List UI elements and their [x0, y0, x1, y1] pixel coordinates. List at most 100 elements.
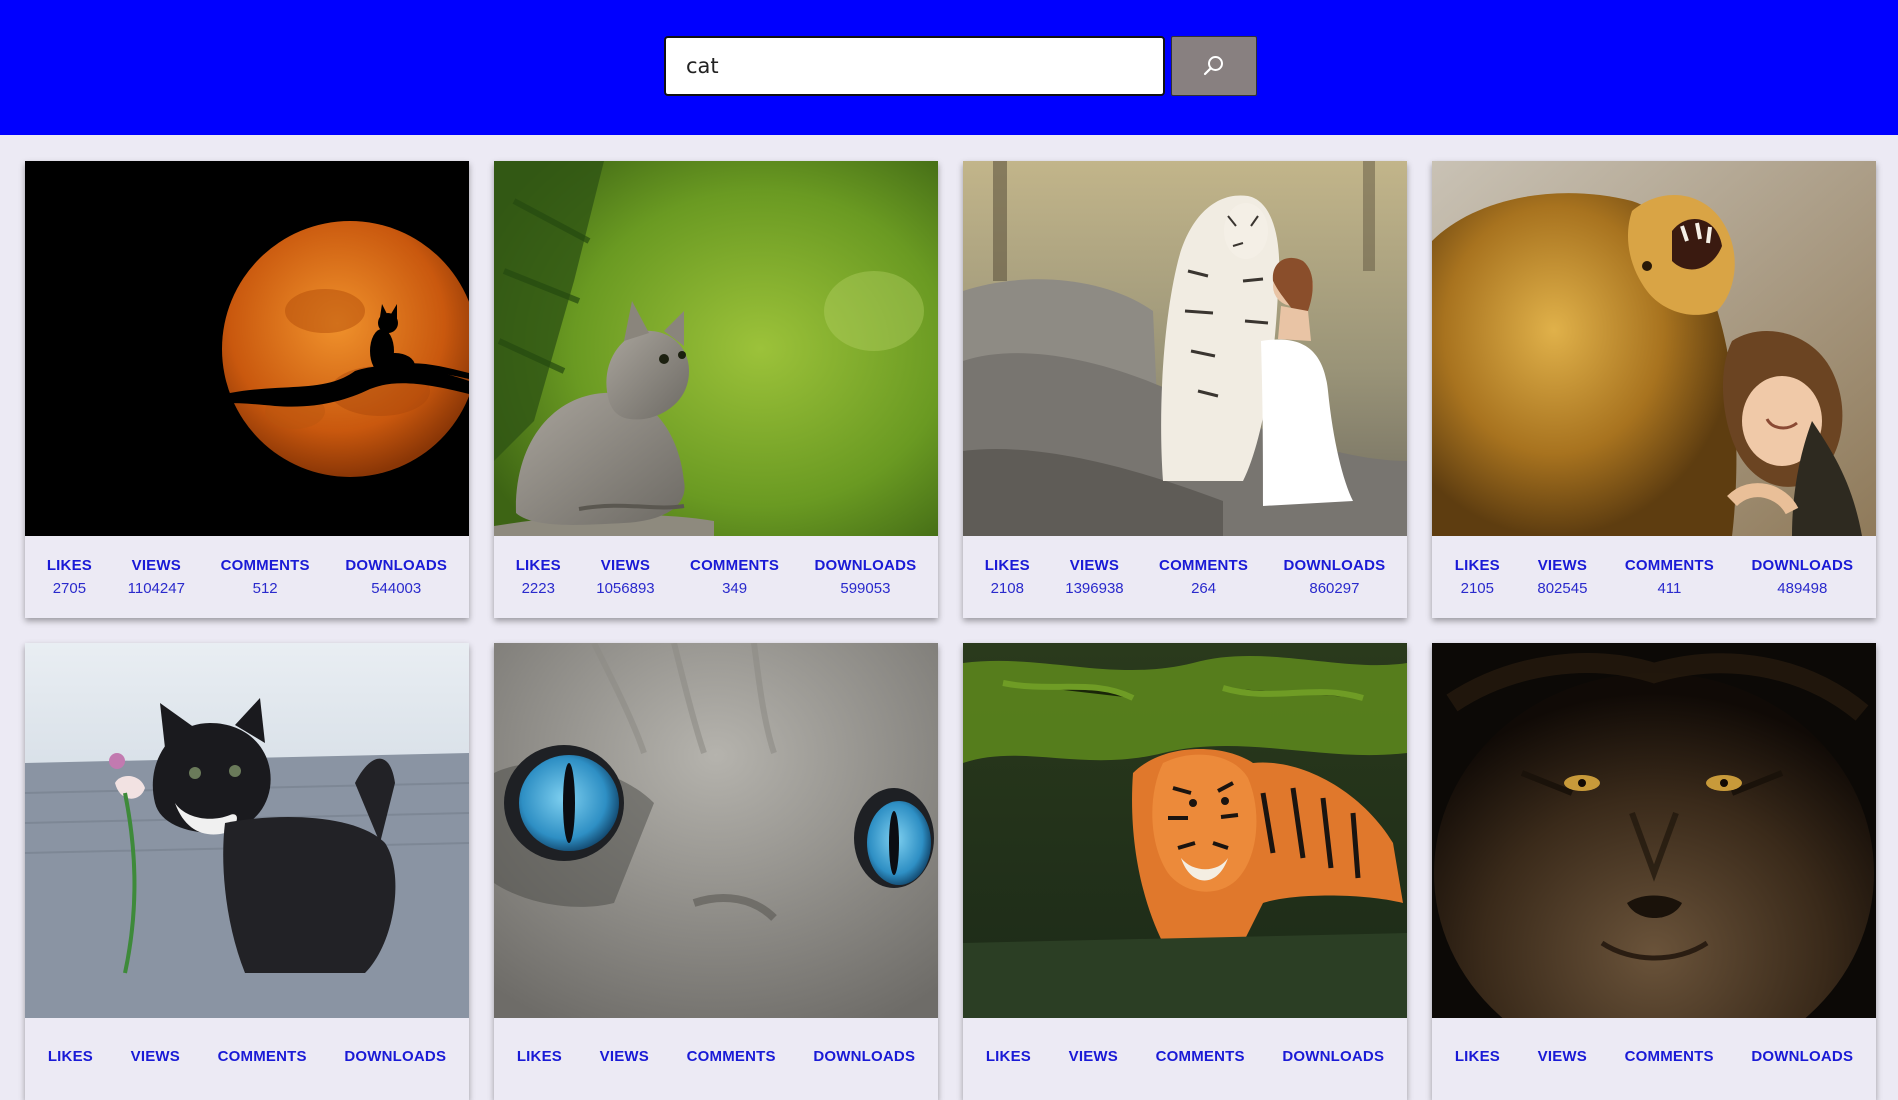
card-image[interactable]: [1432, 161, 1876, 536]
stat-downloads: DOWNLOADS: [1282, 1048, 1384, 1071]
stat-downloads: DOWNLOADS 489498: [1751, 557, 1853, 597]
stat-label: VIEWS: [1068, 1047, 1118, 1065]
stat-label: COMMENTS: [690, 557, 780, 574]
stat-downloads: DOWNLOADS 544003: [345, 557, 447, 597]
stat-label: DOWNLOADS: [345, 557, 448, 574]
card-stats: LIKES 2705 VIEWS 1104247 COMMENTS 512 DO…: [25, 536, 469, 618]
stat-label: DOWNLOADS: [1282, 1047, 1385, 1065]
stat-downloads: DOWNLOADS: [813, 1048, 915, 1071]
stat-value: 599053: [840, 580, 891, 597]
stat-comments: COMMENTS: [1156, 1048, 1245, 1071]
kitten-forest-photo: [494, 161, 938, 536]
image-grid: LIKES 2705 VIEWS 1104247 COMMENTS 512 DO…: [25, 161, 1876, 1100]
stat-likes: LIKES 2705: [47, 557, 92, 597]
stat-label: LIKES: [985, 1047, 1031, 1065]
card-image[interactable]: [494, 161, 938, 536]
card-image[interactable]: [494, 643, 938, 1018]
stat-label: VIEWS: [1537, 1047, 1587, 1065]
stat-label: VIEWS: [1069, 557, 1120, 574]
card-image[interactable]: [963, 643, 1407, 1018]
search-input[interactable]: [664, 36, 1165, 96]
stat-likes: LIKES 2105: [1455, 557, 1500, 597]
card-image[interactable]: [25, 643, 469, 1018]
stat-value: 2108: [990, 580, 1024, 597]
stat-label: VIEWS: [1537, 557, 1588, 574]
stat-value: 1396938: [1065, 580, 1124, 597]
stat-label: VIEWS: [130, 1047, 180, 1065]
stat-views: VIEWS: [1538, 1048, 1587, 1071]
stat-label: DOWNLOADS: [1751, 1047, 1854, 1065]
stat-value: 2105: [1460, 580, 1494, 597]
search-form: [664, 36, 1257, 96]
stat-value: 264: [1191, 580, 1217, 597]
stat-likes: LIKES 2108: [985, 557, 1030, 597]
stat-views: VIEWS 1104247: [128, 557, 185, 597]
stat-label: LIKES: [984, 557, 1030, 574]
image-card[interactable]: LIKES 2705 VIEWS 1104247 COMMENTS 512 DO…: [25, 161, 469, 618]
stat-label: LIKES: [516, 1047, 562, 1065]
stat-views: VIEWS 802545: [1537, 557, 1587, 597]
stat-value: 2223: [521, 580, 555, 597]
image-card[interactable]: LIKES VIEWS COMMENTS DOWNLOADS: [25, 643, 469, 1100]
stat-downloads: DOWNLOADS 860297: [1284, 557, 1386, 597]
stat-likes: LIKES 2223: [516, 557, 561, 597]
card-image[interactable]: [1432, 643, 1876, 1018]
card-stats: LIKES 2105 VIEWS 802545 COMMENTS 411 DOW…: [1432, 536, 1876, 618]
stat-label: DOWNLOADS: [1283, 557, 1386, 574]
stat-likes: LIKES: [1455, 1048, 1500, 1071]
search-button[interactable]: [1171, 36, 1257, 96]
card-stats: LIKES VIEWS COMMENTS DOWNLOADS: [1432, 1018, 1876, 1100]
image-card[interactable]: LIKES VIEWS COMMENTS DOWNLOADS: [963, 643, 1407, 1100]
image-card[interactable]: LIKES VIEWS COMMENTS DOWNLOADS: [1432, 643, 1876, 1100]
image-card[interactable]: LIKES 2108 VIEWS 1396938 COMMENTS 264 DO…: [963, 161, 1407, 618]
stat-label: COMMENTS: [1624, 1047, 1714, 1065]
stat-likes: LIKES: [986, 1048, 1031, 1071]
stat-label: COMMENTS: [686, 1047, 776, 1065]
stat-views: VIEWS: [1069, 1048, 1118, 1071]
stat-views: VIEWS: [600, 1048, 649, 1071]
stat-value: 2705: [52, 580, 87, 597]
stat-comments: COMMENTS: [218, 1048, 307, 1071]
card-image[interactable]: [25, 161, 469, 536]
stat-value: 802545: [1537, 580, 1588, 597]
card-stats: LIKES VIEWS COMMENTS DOWNLOADS: [963, 1018, 1407, 1100]
stat-value: 1104247: [127, 580, 185, 597]
lion-face-photo: [1432, 643, 1876, 1018]
lion-girl-photo: [1432, 161, 1876, 536]
card-stats: LIKES 2223 VIEWS 1056893 COMMENTS 349 DO…: [494, 536, 938, 618]
stat-label: COMMENTS: [217, 1047, 307, 1065]
image-card[interactable]: LIKES 2105 VIEWS 802545 COMMENTS 411 DOW…: [1432, 161, 1876, 618]
stat-value: 512: [252, 580, 278, 597]
stat-value: 1056893: [596, 580, 655, 597]
stat-downloads: DOWNLOADS 599053: [815, 557, 917, 597]
stat-label: VIEWS: [600, 557, 651, 574]
white-tiger-woman-photo: [963, 161, 1407, 536]
stat-label: DOWNLOADS: [813, 1047, 916, 1065]
image-card[interactable]: LIKES VIEWS COMMENTS DOWNLOADS: [494, 643, 938, 1100]
stat-value: 411: [1657, 580, 1682, 597]
stat-value: 489498: [1777, 580, 1828, 597]
stat-label: LIKES: [1454, 557, 1500, 574]
stat-views: VIEWS 1396938: [1065, 557, 1123, 597]
tiger-water-photo: [963, 643, 1407, 1018]
stat-label: VIEWS: [131, 557, 181, 574]
stat-label: COMMENTS: [220, 557, 310, 574]
stat-label: DOWNLOADS: [344, 1047, 447, 1065]
stat-label: LIKES: [515, 557, 561, 574]
stat-label: DOWNLOADS: [814, 557, 917, 574]
cat-moon-photo: [25, 161, 469, 536]
search-icon: [1203, 56, 1223, 76]
stat-value: 860297: [1309, 580, 1360, 597]
stat-downloads: DOWNLOADS: [344, 1048, 446, 1071]
stat-views: VIEWS 1056893: [596, 557, 654, 597]
stat-value: 349: [722, 580, 748, 597]
card-image[interactable]: [963, 161, 1407, 536]
kitten-flower-photo: [25, 643, 469, 1018]
stat-views: VIEWS: [131, 1048, 180, 1071]
stat-downloads: DOWNLOADS: [1751, 1048, 1853, 1071]
stat-comments: COMMENTS 411: [1625, 557, 1714, 597]
stat-label: COMMENTS: [1155, 1047, 1245, 1065]
stat-likes: LIKES: [517, 1048, 562, 1071]
image-card[interactable]: LIKES 2223 VIEWS 1056893 COMMENTS 349 DO…: [494, 161, 938, 618]
stat-comments: COMMENTS: [687, 1048, 776, 1071]
